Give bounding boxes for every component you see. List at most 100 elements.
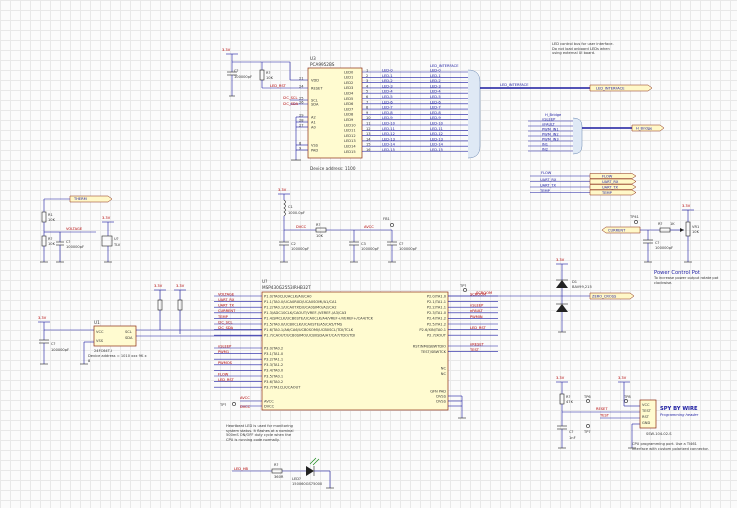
heartbeat-led: Heartbeat LED is used for monitoring sys… (226, 424, 334, 489)
tp-avcc-icon[interactable] (390, 223, 394, 227)
led-net-right: LED-4 (430, 90, 441, 94)
scroom-net: SCROOM (476, 291, 492, 295)
u3-led-driver[interactable]: U3 PCA9952BS Device address: 1100 VDD21R… (299, 56, 363, 171)
u1-pin-vcc: VCC (96, 330, 104, 334)
power-fb: FB1 (383, 217, 390, 221)
pot-vr: VR1 (692, 225, 699, 229)
led-net-left: LED-0 (382, 69, 393, 73)
heartbeat-r-value: 360R (274, 475, 284, 479)
ferrite-value: 1000.0pF (288, 211, 305, 215)
mcu-left-pin: P3.5/TA0.1 (264, 374, 283, 378)
heartbeat-led-icon (306, 466, 314, 476)
mcu-left-pin: P3.7/TA1CLK/CAOUT (264, 386, 301, 390)
pot-r: R? (658, 222, 662, 226)
schematic-canvas: U3 PCA9952BS Device address: 1100 VDD 21 R… (38, 42, 718, 489)
spy-vcc2: 3.3V (618, 376, 627, 380)
tp-scroom-icon[interactable] (463, 288, 467, 292)
mcu-right-pin: P2.1/TA1.1 (427, 300, 446, 304)
led-net-left: LED-5 (382, 95, 393, 99)
misc-net-left: UART_TX (540, 183, 557, 187)
mcu-right-pin: P2.7/XOUT (427, 334, 447, 338)
misc-net-flag[interactable] (589, 189, 637, 196)
power-c2-value: 100000pF (291, 247, 309, 251)
misc-net-left: TEMP (539, 189, 551, 193)
mcu-left-pin: P1.5/TA0.0/UCB0CLK/UCA0STE/A5/CA5/TMS (264, 322, 343, 326)
mcu-left-net: nSLEEP (218, 344, 232, 348)
spy-subtitle: Programming header (660, 413, 699, 417)
u3-pin-vss: VSS (311, 143, 319, 147)
power-vcc: 3.3V (278, 188, 287, 192)
led-pin-num: 5 (366, 90, 368, 94)
tp8-icon[interactable] (624, 399, 628, 403)
mcu-left-pin: P1.6/TA0.1/A6/CA6/UCB0SOMI/UCB0SCL/TDI/T… (264, 328, 354, 332)
spy-reset-net: RESET (596, 407, 608, 411)
therm-r2-value: 10K (48, 242, 56, 246)
u1-vcc: 3.3V (38, 316, 47, 320)
u3-pin-led: LED11 (344, 129, 356, 133)
spy-test-net: TEST (599, 414, 610, 418)
mcu-left-net: CURRENT (218, 309, 236, 313)
heartbeat-led-value: 150060GS75000 (292, 482, 323, 486)
tp7-label: TP7 (583, 430, 591, 434)
mcu-left-net: VOLTAGE (218, 292, 235, 296)
led-net-right: LED-15 (430, 148, 443, 152)
pot-vcc: 3.3V (682, 204, 691, 208)
tp6-icon[interactable] (586, 399, 590, 403)
mcu-right-pin: P2.0/TA1.0 (427, 294, 447, 298)
tp-vcc-icon[interactable] (232, 402, 236, 406)
led-net-left: LED-13 (382, 137, 395, 141)
led-net-right: LED-2 (430, 79, 441, 83)
mcu-msp430[interactable]: U? MSP430G2553IRHB32T P1.0/TA0CLK/ACLK/A… (214, 279, 498, 411)
power-c3: C3 (361, 242, 366, 246)
u3-pin-led: LED12 (344, 134, 356, 138)
u3-pin-vdd: VDD (311, 78, 319, 82)
tp7-icon[interactable] (586, 424, 590, 428)
led-pin-num: 11 (366, 122, 371, 126)
power-c4-value: 100000pF (399, 247, 417, 251)
spy-c: C? (569, 430, 574, 434)
u1-pin-vss: VSS (96, 339, 104, 343)
u3-pin-led: LED3 (344, 86, 353, 90)
u3-vcc-label: 3.3V (222, 48, 231, 52)
current-pot-circuit: CURRENT TP41 R? 1K C? 100000pF 3.3V VR1 … (601, 204, 718, 285)
misc-net-flag[interactable] (589, 173, 637, 179)
led-pin-num: 7 (366, 100, 368, 104)
current-flag-text: CURRENT (608, 229, 626, 233)
led-net-left: LED-12 (382, 132, 395, 136)
led-net-left: LED-11 (382, 127, 395, 131)
led-pin-num: 2 (366, 74, 368, 78)
spy-pin-label: VCC (642, 403, 650, 407)
mcu-right-net: nRESET (470, 342, 485, 346)
led-bus-collector (467, 69, 481, 159)
mcu-right-net: LED_RST (470, 326, 487, 330)
u3-designator: U3 (310, 56, 316, 61)
led-pin-num: 10 (366, 116, 371, 120)
mcu-right-pin: TEST/SBWTCK (420, 350, 447, 354)
mcu-left-net: TEMP (217, 315, 229, 319)
u3-pin-led: LED2 (344, 81, 353, 85)
heartbeat-r: R? (274, 463, 278, 467)
u3-pin-a1: A1 (311, 120, 316, 124)
led-note: LED control bus for user interface. Do n… (552, 42, 614, 56)
power-c4: C? (399, 242, 404, 246)
mcu-left-net: I2C_SCL (218, 320, 232, 324)
pot-vr-value: 10K (692, 230, 700, 234)
mcu-right-pin: DVSS (436, 399, 446, 403)
u3-pin-a0: A0 (311, 125, 316, 129)
power-c2: C2 (291, 242, 296, 246)
hbridge-net: PWM_IN3 (542, 137, 559, 141)
hbridge-flag-text: H_Bridge (636, 127, 653, 131)
u3-part: PCA9952BS (310, 62, 335, 67)
therm-cap-value: 100000pF (66, 245, 84, 249)
tp41-icon[interactable] (634, 220, 638, 224)
thermistor-circuit: THERM R1 10K R? 10K VOLTAGE C? 100000pF … (40, 195, 121, 263)
u3-cap-value: 100000pF (234, 75, 252, 79)
spy-r-value: 47K (566, 400, 574, 404)
mcu-avcc-net: AVCC (240, 396, 250, 400)
potentiometer-icon[interactable] (685, 221, 691, 237)
u3-pin-led: LED10 (344, 123, 356, 127)
mcu-designator: U? (262, 279, 267, 284)
diode-vcc: 3.3V (556, 258, 565, 262)
led-net-left: LED-9 (382, 116, 393, 120)
mcu-right-net: nFAULT (470, 309, 484, 313)
